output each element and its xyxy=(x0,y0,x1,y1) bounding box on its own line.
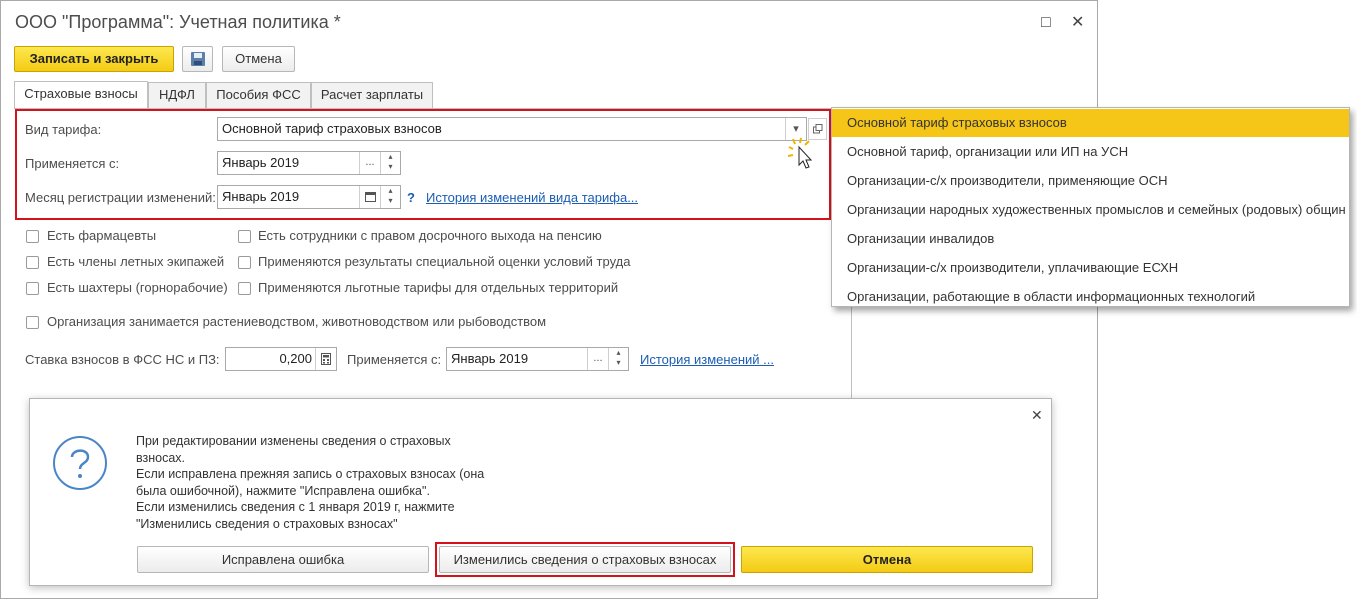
territory-tariffs-label: Применяются льготные тарифы для отдельны… xyxy=(258,280,619,295)
spinner-up-icon: ▴ xyxy=(616,348,621,357)
tariff-history-link[interactable]: История изменений вида тарифа... xyxy=(426,190,638,205)
agro-checkbox[interactable] xyxy=(26,316,39,329)
open-window-icon xyxy=(812,124,822,134)
fss-period-spinner[interactable]: ▴ ▾ xyxy=(608,348,628,370)
question-circle-icon xyxy=(53,436,107,490)
special-assessment-label: Применяются результаты специальной оценк… xyxy=(258,254,631,269)
dropdown-item-selected[interactable]: Основной тариф страховых взносов xyxy=(832,109,1349,137)
mouse-cursor-icon xyxy=(787,137,813,169)
early-retirement-label: Есть сотрудники с правом досрочного выхо… xyxy=(258,228,602,243)
tariff-type-field[interactable]: Основной тариф страховых взносов xyxy=(217,117,807,141)
dialog-line: Если исправлена прежняя запись о страхов… xyxy=(136,467,485,481)
spinner-down-icon: ▾ xyxy=(388,196,393,205)
dialog-close-icon[interactable]: ✕ xyxy=(1031,407,1043,424)
tariff-type-label: Вид тарифа: xyxy=(25,122,102,137)
dropdown-item[interactable]: Организации-с/х производители, применяющ… xyxy=(832,167,1349,195)
fixed-error-button[interactable]: Исправлена ошибка xyxy=(137,546,429,573)
dropdown-item[interactable]: Организации, работающие в области информ… xyxy=(832,283,1349,306)
spinner-up-icon: ▴ xyxy=(388,152,393,161)
fss-rate-label: Ставка взносов в ФСС НС и ПЗ: xyxy=(25,352,220,367)
dropdown-item[interactable]: Организации-с/х производители, уплачиваю… xyxy=(832,254,1349,282)
ellipsis-icon: ... xyxy=(365,156,375,168)
tariff-type-value: Основной тариф страховых взносов xyxy=(222,121,442,136)
dialog-line: взносах. xyxy=(136,450,186,465)
period-spinner[interactable]: ▴ ▾ xyxy=(380,152,400,174)
calculator-icon xyxy=(321,353,331,365)
close-window-button[interactable]: ✕ xyxy=(1071,15,1084,31)
tab-payroll[interactable]: Расчет зарплаты xyxy=(311,82,433,108)
save-and-close-button[interactable]: Записать и закрыть xyxy=(14,46,174,72)
spinner-down-icon: ▾ xyxy=(616,358,621,367)
tab-ndfl[interactable]: НДФЛ xyxy=(148,82,206,108)
cancel-button[interactable]: Отмена xyxy=(222,46,295,72)
fss-applies-label: Применяется с: xyxy=(347,352,442,367)
early-retirement-checkbox[interactable] xyxy=(238,230,251,243)
flight-crew-label: Есть члены летных экипажей xyxy=(47,254,225,269)
pharmacists-checkbox[interactable] xyxy=(26,230,39,243)
miners-label: Есть шахтеры (горнорабочие) xyxy=(47,280,228,295)
save-button[interactable] xyxy=(182,46,213,72)
applies-from-label: Применяется с: xyxy=(25,156,120,171)
maximize-button[interactable]: □ xyxy=(1041,15,1051,31)
dropdown-item[interactable]: Организации народных художественных пром… xyxy=(832,196,1349,224)
applies-from-value: Январь 2019 xyxy=(222,155,300,170)
data-changed-button[interactable]: Изменились сведения о страховых взносах xyxy=(439,546,731,573)
dropdown-item[interactable]: Организации инвалидов xyxy=(832,225,1349,253)
territory-tariffs-checkbox[interactable] xyxy=(238,282,251,295)
fss-history-link[interactable]: История изменений ... xyxy=(640,352,774,367)
help-icon[interactable]: ? xyxy=(407,190,415,205)
tab-insurance[interactable]: Страховые взносы xyxy=(14,81,148,109)
dialog-line: При редактировании изменены сведения о с… xyxy=(136,434,451,448)
floppy-disk-icon xyxy=(190,52,205,66)
dialog-message: При редактировании изменены сведения о с… xyxy=(136,433,484,532)
fss-applies-value: Январь 2019 xyxy=(451,351,529,366)
calendar-icon xyxy=(364,192,376,202)
dialog-line: была ошибочной), нажмите "Исправлена оши… xyxy=(136,483,430,498)
miners-checkbox[interactable] xyxy=(26,282,39,295)
spinner-up-icon: ▴ xyxy=(388,186,393,195)
reg-month-label: Месяц регистрации изменений: xyxy=(25,190,216,205)
tab-fss-benefits[interactable]: Пособия ФСС xyxy=(206,82,311,108)
chevron-down-icon: ▾ xyxy=(793,123,799,135)
fss-select-period-button[interactable]: ... xyxy=(587,348,608,370)
dropdown-item[interactable]: Основной тариф, организации или ИП на УС… xyxy=(832,138,1349,166)
dialog-line: Если изменились сведения с 1 января 2019… xyxy=(136,500,455,514)
tariff-dropdown-list: Основной тариф страховых взносов Основно… xyxy=(831,107,1350,307)
pharmacists-label: Есть фармацевты xyxy=(47,228,157,243)
window-title: ООО "Программа": Учетная политика * xyxy=(15,12,341,32)
select-period-button[interactable]: ... xyxy=(359,152,380,174)
reg-month-spinner[interactable]: ▴ ▾ xyxy=(380,186,400,208)
reg-month-value: Январь 2019 xyxy=(222,189,300,204)
special-assessment-checkbox[interactable] xyxy=(238,256,251,269)
confirmation-dialog: ✕ При редактировании изменены сведения о… xyxy=(29,398,1052,586)
dialog-cancel-button[interactable]: Отмена xyxy=(741,546,1033,573)
agro-label: Организация занимается растениеводством,… xyxy=(47,314,547,329)
spinner-down-icon: ▾ xyxy=(388,162,393,171)
calculator-button[interactable] xyxy=(315,348,336,370)
flight-crew-checkbox[interactable] xyxy=(26,256,39,269)
calendar-button[interactable] xyxy=(359,186,380,208)
dialog-line: "Изменились сведения о страховых взносах… xyxy=(136,516,398,531)
ellipsis-icon: ... xyxy=(593,352,603,364)
fss-rate-value: 0,200 xyxy=(279,351,312,366)
